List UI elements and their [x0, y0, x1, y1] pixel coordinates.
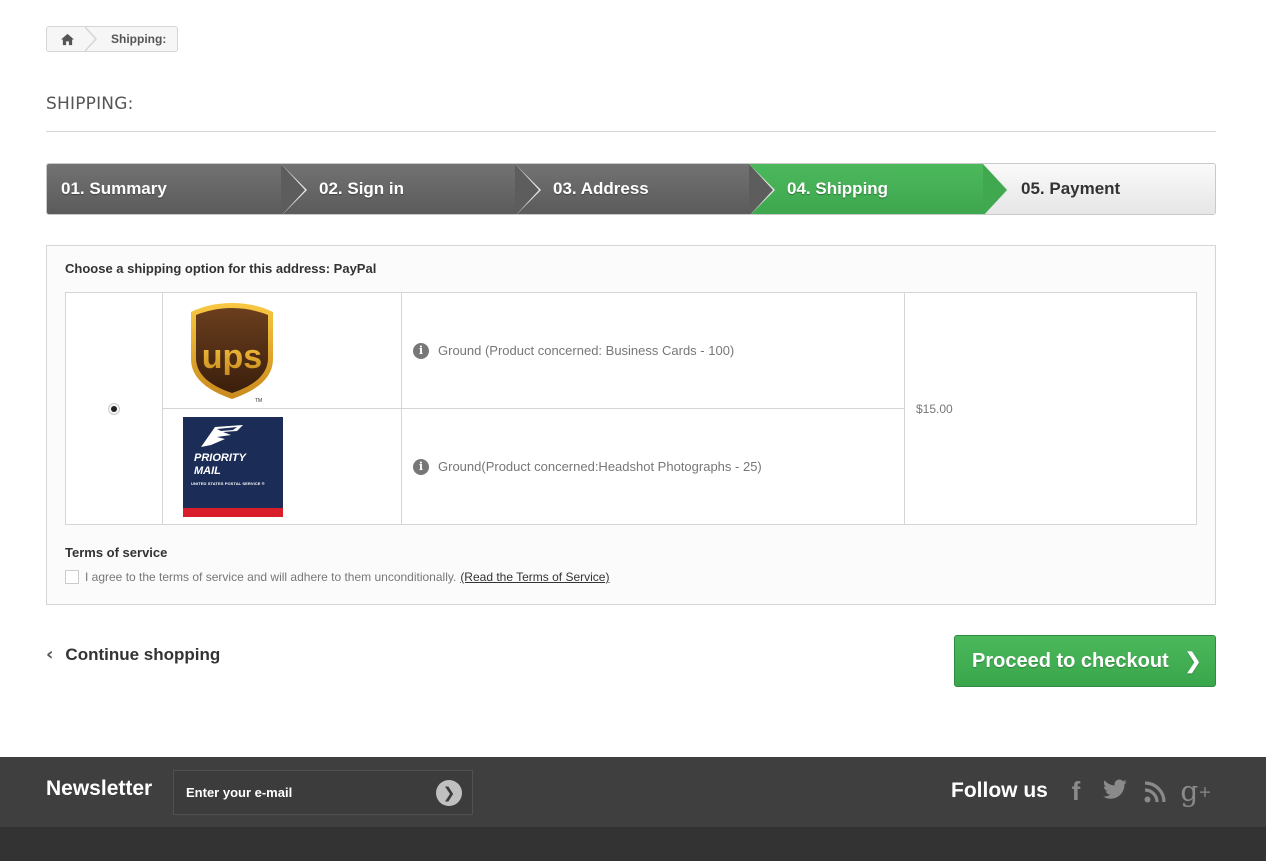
follow-us-label: Follow us: [951, 779, 1048, 802]
info-icon[interactable]: i: [413, 342, 429, 359]
shipping-option-radio[interactable]: [108, 402, 120, 415]
footer-bottom-bar: [0, 827, 1266, 861]
terms-agreement: I agree to the terms of service and will…: [65, 570, 609, 584]
svg-text:TM: TM: [255, 398, 262, 403]
step-shipping: 04. Shipping: [749, 164, 1009, 214]
terms-checkbox[interactable]: [65, 570, 79, 584]
checkout-label: Proceed to checkout: [972, 649, 1169, 672]
breadcrumb-separator: [84, 27, 97, 51]
chevron-right-icon: ❯: [1183, 648, 1203, 674]
eagle-icon: [201, 425, 243, 447]
step-label: 02. Sign in: [319, 179, 405, 198]
usps-priority-mail-logo: PRIORITY MAIL UNITED STATES POSTAL SERVIC…: [183, 417, 283, 517]
shipping-description-cell: i Ground (Product concerned: Business Ca…: [402, 293, 905, 409]
read-terms-link[interactable]: (Read the Terms of Service): [460, 570, 609, 584]
title-divider: [46, 131, 1216, 132]
carrier-logo-cell: PRIORITY MAIL UNITED STATES POSTAL SERVIC…: [163, 409, 402, 524]
shipping-option-table: ups TM i Ground (Product concerned: Busi…: [65, 292, 1197, 525]
step-sign-in[interactable]: 02. Sign in: [281, 164, 541, 214]
shipping-description: Ground(Product concerned:Headshot Photog…: [438, 459, 762, 474]
shipping-description: Ground (Product concerned: Business Card…: [438, 343, 735, 358]
newsletter-email-input[interactable]: [174, 771, 424, 814]
newsletter-label: Newsletter: [46, 777, 153, 800]
breadcrumb: Shipping:: [46, 26, 178, 52]
terms-title: Terms of service: [65, 545, 168, 560]
breadcrumb-home-link[interactable]: [47, 27, 97, 51]
step-summary[interactable]: 01. Summary: [47, 164, 307, 214]
info-icon[interactable]: i: [413, 458, 429, 475]
step-payment: 05. Payment: [983, 164, 1215, 214]
continue-shopping-label: Continue shopping: [65, 644, 221, 664]
shipping-heading: Choose a shipping option for this addres…: [65, 261, 377, 276]
footer: Newsletter ❯ Follow us f g+: [0, 757, 1266, 827]
step-address[interactable]: 03. Address: [515, 164, 775, 214]
twitter-icon[interactable]: [1102, 779, 1128, 801]
google-plus-icon[interactable]: g +: [1180, 775, 1212, 808]
step-label: 01. Summary: [61, 179, 167, 198]
shipping-option-radio-cell: [66, 293, 163, 524]
shipping-options-panel: Choose a shipping option for this addres…: [46, 245, 1216, 605]
carrier-logo-cell: ups TM: [163, 293, 402, 409]
chevron-left-icon: ‹: [46, 644, 54, 665]
ups-logo: ups TM: [191, 303, 273, 403]
facebook-icon[interactable]: f: [1066, 775, 1086, 807]
rss-icon[interactable]: [1144, 781, 1166, 803]
home-icon: [60, 33, 74, 45]
step-label: 04. Shipping: [787, 179, 889, 198]
page-title: SHIPPING:: [46, 94, 134, 114]
newsletter-submit-icon[interactable]: ❯: [436, 780, 462, 806]
checkout-steps: 01. Summary 02. Sign in 03. Address 04. …: [46, 163, 1216, 215]
breadcrumb-current: Shipping:: [111, 32, 167, 46]
shipping-price: $15.00: [916, 401, 953, 416]
proceed-to-checkout-button[interactable]: Proceed to checkout ❯: [954, 635, 1216, 687]
continue-shopping-button[interactable]: ‹ Continue shopping: [46, 644, 220, 665]
svg-text:ups: ups: [202, 338, 262, 376]
terms-agree-text: I agree to the terms of service and will…: [85, 570, 457, 584]
step-label: 05. Payment: [1021, 179, 1121, 198]
shipping-description-cell: i Ground(Product concerned:Headshot Phot…: [402, 409, 905, 524]
newsletter-form: ❯: [173, 770, 473, 815]
step-label: 03. Address: [553, 179, 649, 198]
